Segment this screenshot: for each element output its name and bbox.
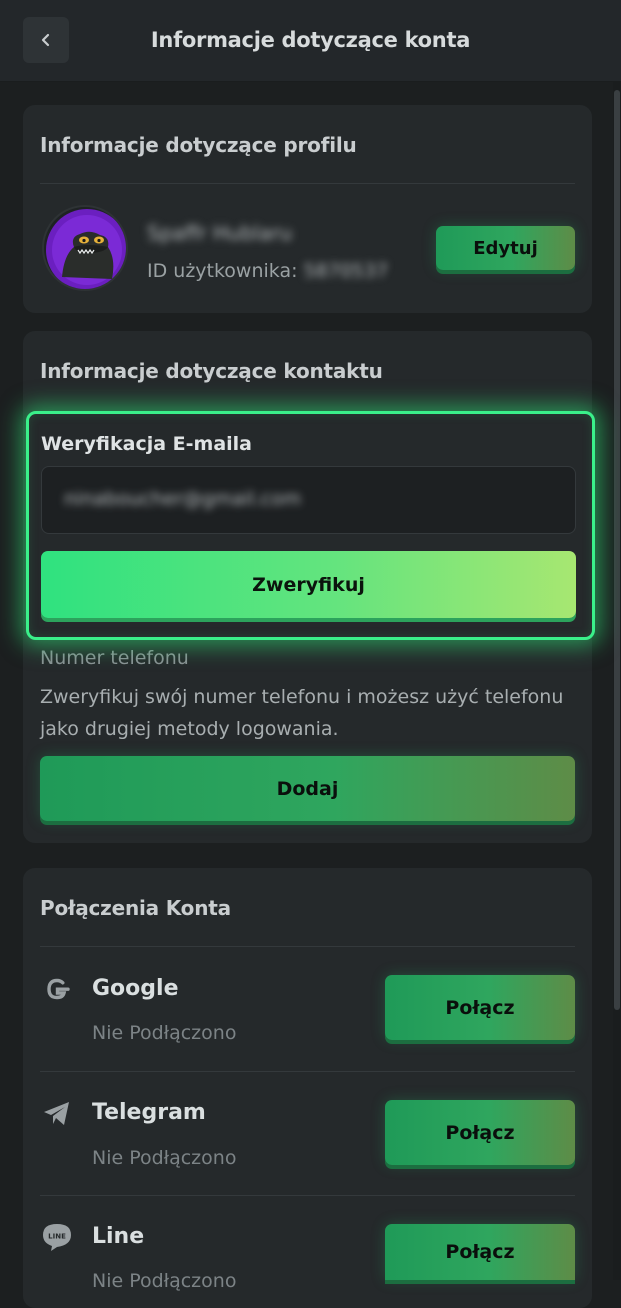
connection-status: Nie Podłączono bbox=[92, 1270, 237, 1292]
line-icon: LINE bbox=[40, 1220, 74, 1254]
scrollbar-thumb[interactable] bbox=[614, 90, 620, 1010]
phone-label: Numer telefonu bbox=[40, 647, 189, 669]
telegram-icon bbox=[40, 1096, 74, 1130]
add-phone-button[interactable]: Dodaj bbox=[40, 756, 575, 821]
connect-line-button[interactable]: Połącz bbox=[385, 1224, 575, 1280]
contact-section-title: Informacje dotyczące kontaktu bbox=[40, 359, 383, 383]
phone-description: Zweryfikuj swój numer telefonu i możesz … bbox=[40, 686, 564, 740]
profile-section-title: Informacje dotyczące profilu bbox=[40, 133, 357, 157]
connection-name: Google bbox=[92, 976, 179, 1001]
verify-email-button[interactable]: Zweryfikuj bbox=[41, 551, 576, 618]
connection-name: Line bbox=[92, 1224, 145, 1249]
connection-name: Telegram bbox=[92, 1100, 206, 1125]
connections-divider bbox=[40, 946, 575, 947]
connect-telegram-button[interactable]: Połącz bbox=[385, 1100, 575, 1165]
email-section-label: Weryfikacja E-maila bbox=[41, 433, 253, 455]
connection-status: Nie Podłączono bbox=[92, 1022, 237, 1044]
connections-row-divider bbox=[40, 1071, 575, 1072]
username: Spaffr Hublaru bbox=[147, 221, 293, 245]
connection-status: Nie Podłączono bbox=[92, 1147, 237, 1169]
email-field[interactable]: ninaboucher@gmail.com bbox=[41, 466, 576, 534]
svg-text:LINE: LINE bbox=[48, 1233, 66, 1241]
page-title: Informacje dotyczące konta bbox=[150, 28, 471, 52]
connections-row-divider bbox=[40, 1195, 575, 1196]
connect-google-button[interactable]: Połącz bbox=[385, 975, 575, 1040]
profile-card: Informacje dotyczące profilu Spaffr Hubl… bbox=[23, 105, 592, 313]
avatar[interactable] bbox=[42, 205, 128, 291]
email-value: ninaboucher@gmail.com bbox=[64, 488, 302, 510]
user-id-value: 5870537 bbox=[303, 260, 389, 282]
avatar-image bbox=[46, 209, 126, 289]
google-icon bbox=[40, 972, 74, 1006]
email-verification-box: Weryfikacja E-maila ninaboucher@gmail.co… bbox=[26, 411, 595, 640]
profile-divider bbox=[40, 183, 575, 184]
user-id-row: ID użytkownika: 5870537 bbox=[147, 260, 388, 282]
edit-profile-button[interactable]: Edytuj bbox=[436, 226, 575, 270]
user-id-label: ID użytkownika: bbox=[147, 260, 298, 282]
top-bar: Informacje dotyczące konta bbox=[0, 0, 621, 82]
connections-section-title: Połączenia Konta bbox=[40, 896, 231, 920]
